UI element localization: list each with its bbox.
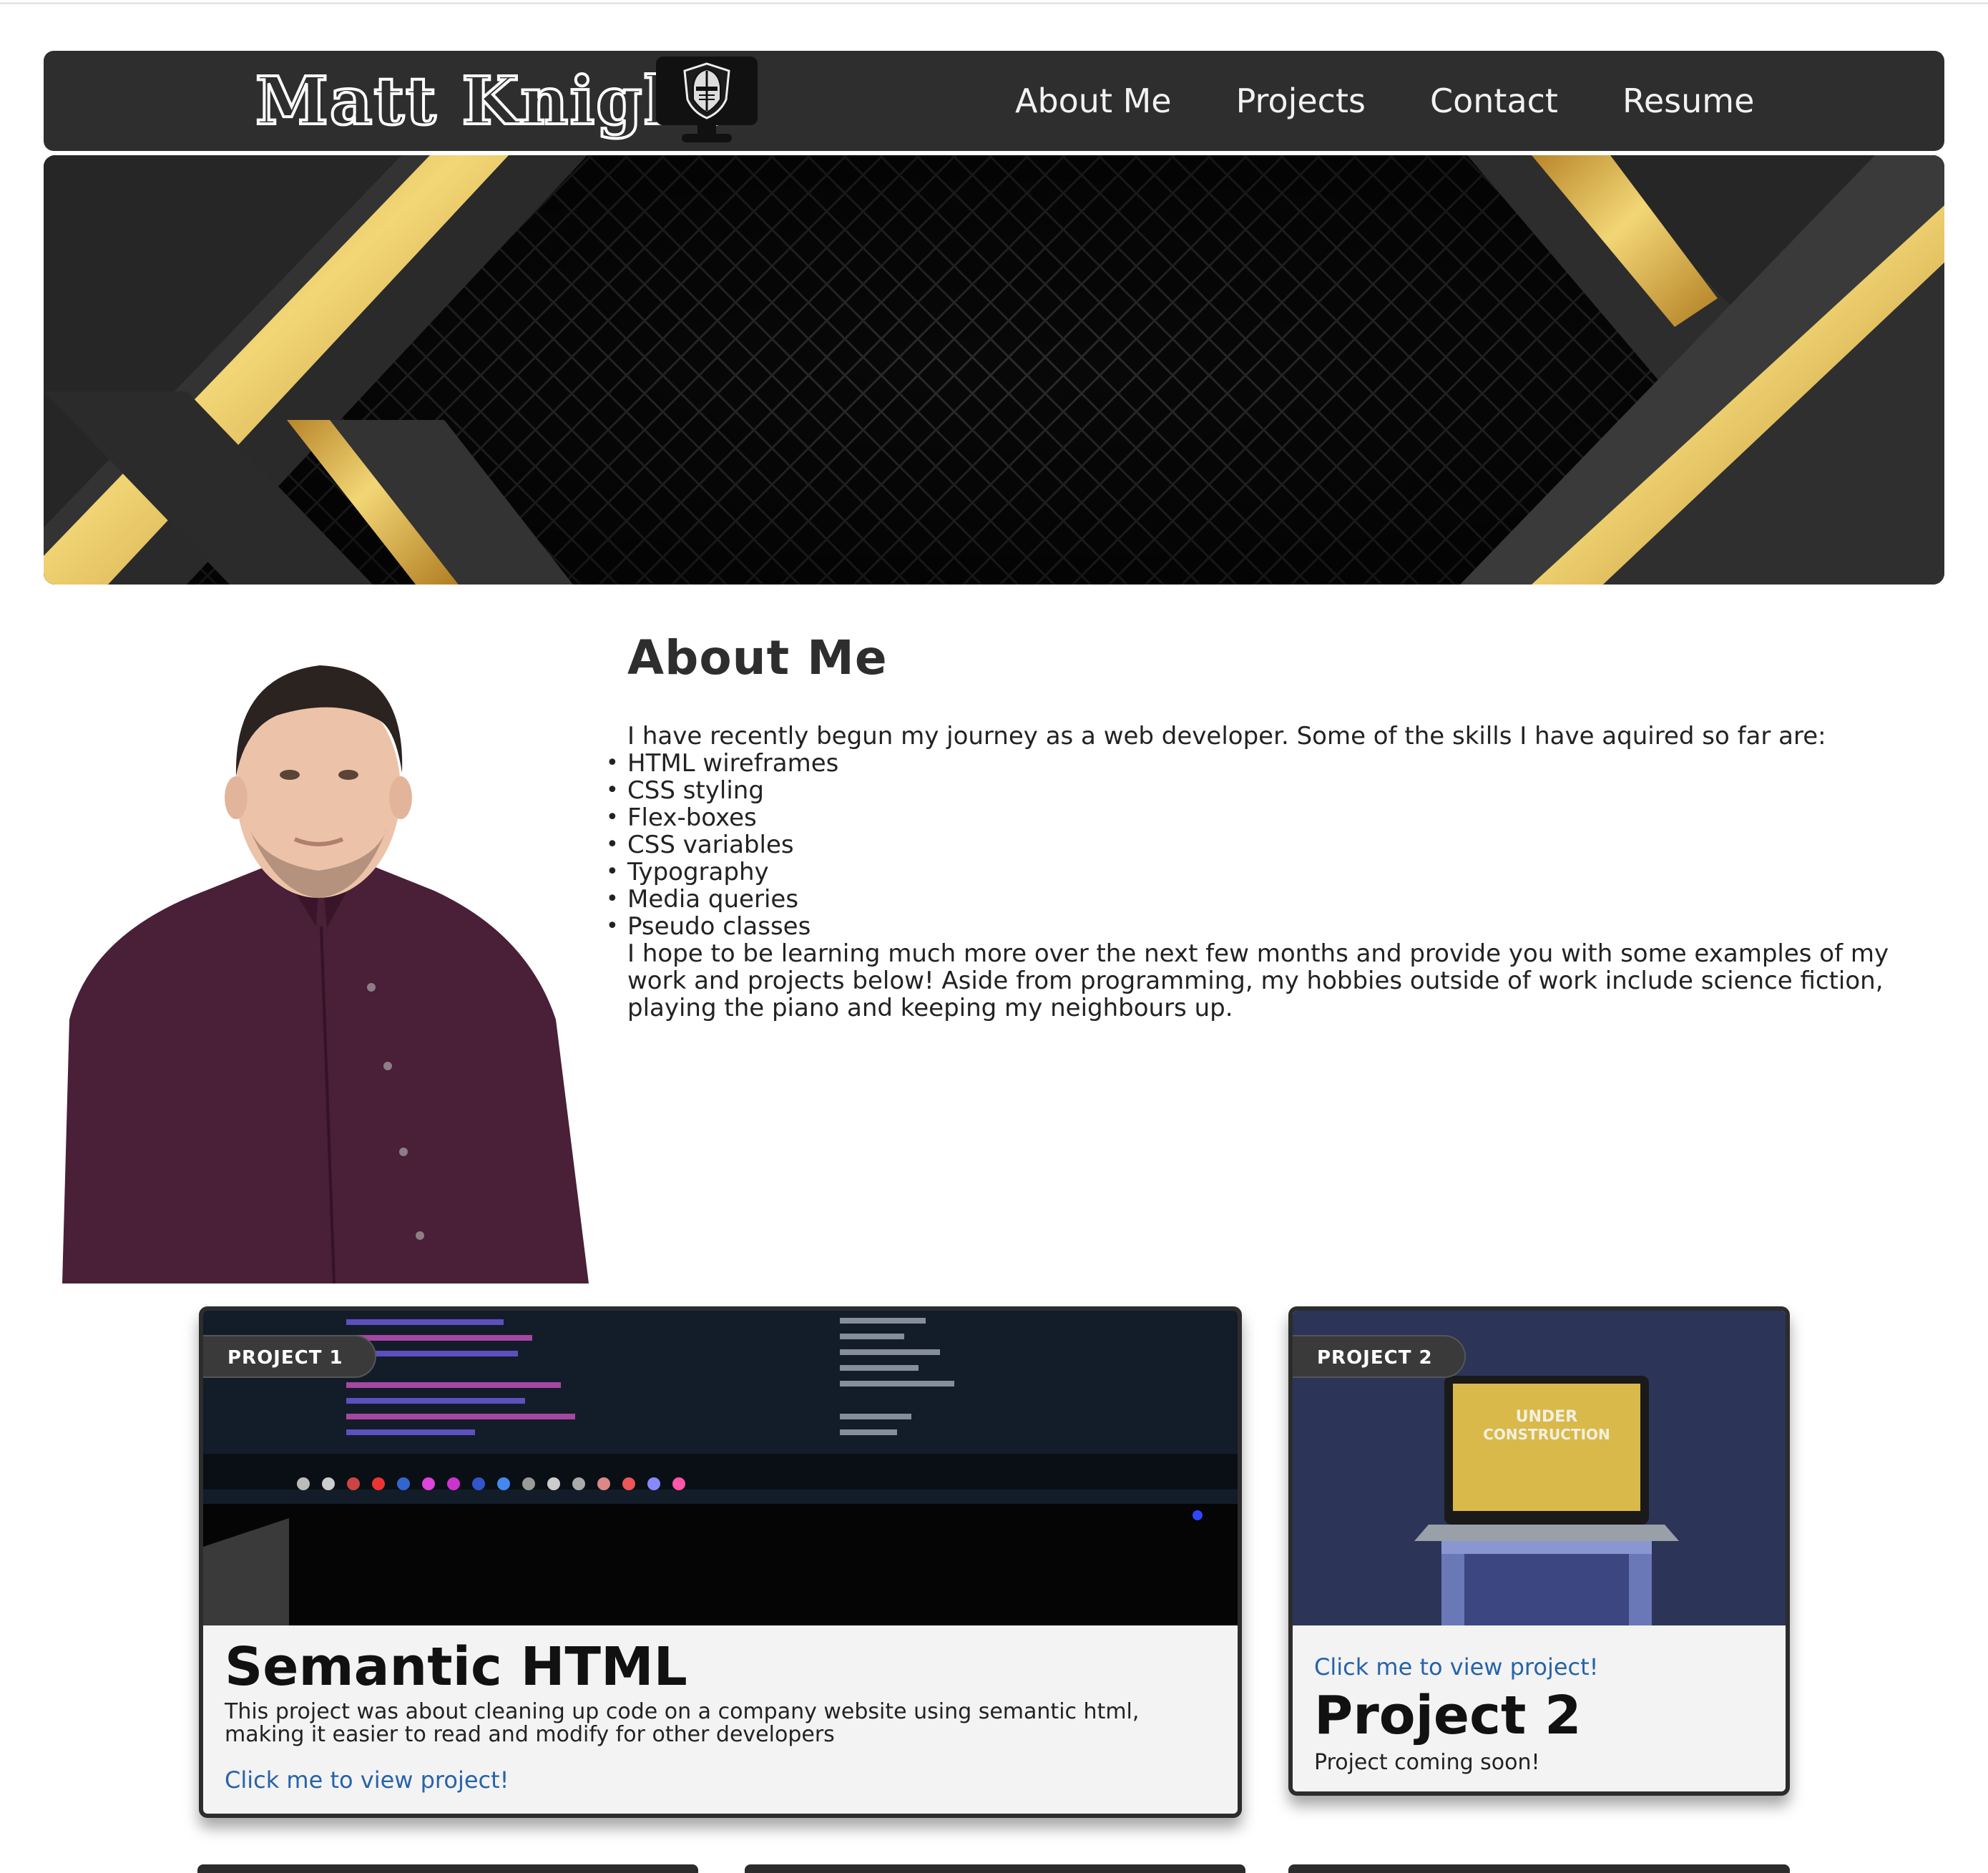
knight-helmet-monitor-icon[interactable] — [655, 55, 759, 147]
hero-banner-image — [44, 155, 1944, 585]
hero-banner — [44, 155, 1944, 585]
about-section: About Me I have recently begun my journe… — [606, 630, 1936, 1022]
about-heading: About Me — [627, 630, 888, 685]
navbar: Matt Knight About Me Projects Contact Re… — [44, 51, 1944, 151]
under-text: UNDER — [1516, 1408, 1578, 1426]
project-description: Project coming soon! — [1314, 1750, 1540, 1775]
project-card-5-top[interactable] — [1288, 1864, 1790, 1873]
skill-item: CSS styling — [606, 777, 1936, 804]
nav-link-contact[interactable]: Contact — [1430, 82, 1558, 120]
project-tag: PROJECT 1 — [203, 1335, 376, 1378]
browser-top-edge — [0, 0, 1988, 4]
portrait-photo — [62, 647, 589, 1283]
skill-item: HTML wireframes — [606, 750, 1936, 777]
project-description: This project was about cleaning up code … — [225, 1699, 1140, 1747]
view-project-link[interactable]: Click me to view project! — [225, 1766, 509, 1794]
view-project-link[interactable]: Click me to view project! — [1314, 1653, 1599, 1681]
skill-item: Media queries — [606, 886, 1936, 913]
skills-list: HTML wireframes CSS styling Flex-boxes C… — [606, 750, 1936, 940]
project-tag: PROJECT 2 — [1293, 1335, 1466, 1378]
about-outro: I hope to be learning much more over the… — [627, 939, 1889, 1022]
nav-link-projects[interactable]: Projects — [1236, 82, 1366, 120]
skill-item: Typography — [606, 859, 1936, 886]
nav-link-about-me[interactable]: About Me — [1015, 82, 1172, 120]
project-card-2[interactable]: UNDER CONSTRUCTION PROJECT 2 Click me to… — [1288, 1306, 1790, 1796]
nav-link-resume[interactable]: Resume — [1622, 82, 1754, 120]
construction-text: CONSTRUCTION — [1483, 1426, 1610, 1443]
nav-links: About Me Projects Contact Resume — [1015, 51, 1818, 151]
skill-item: Pseudo classes — [606, 913, 1936, 940]
project-card-1[interactable]: PROJECT 1 Semantic HTML This project was… — [199, 1306, 1242, 1818]
project-card-4-top[interactable] — [745, 1864, 1245, 1873]
project-title: Project 2 — [1314, 1685, 1582, 1746]
about-intro: I have recently begun my journey as a we… — [627, 722, 1826, 750]
skill-item: Flex-boxes — [606, 804, 1936, 831]
project-title: Semantic HTML — [225, 1636, 687, 1698]
skill-item: CSS variables — [606, 831, 1936, 859]
project-card-3-top[interactable] — [197, 1864, 698, 1873]
